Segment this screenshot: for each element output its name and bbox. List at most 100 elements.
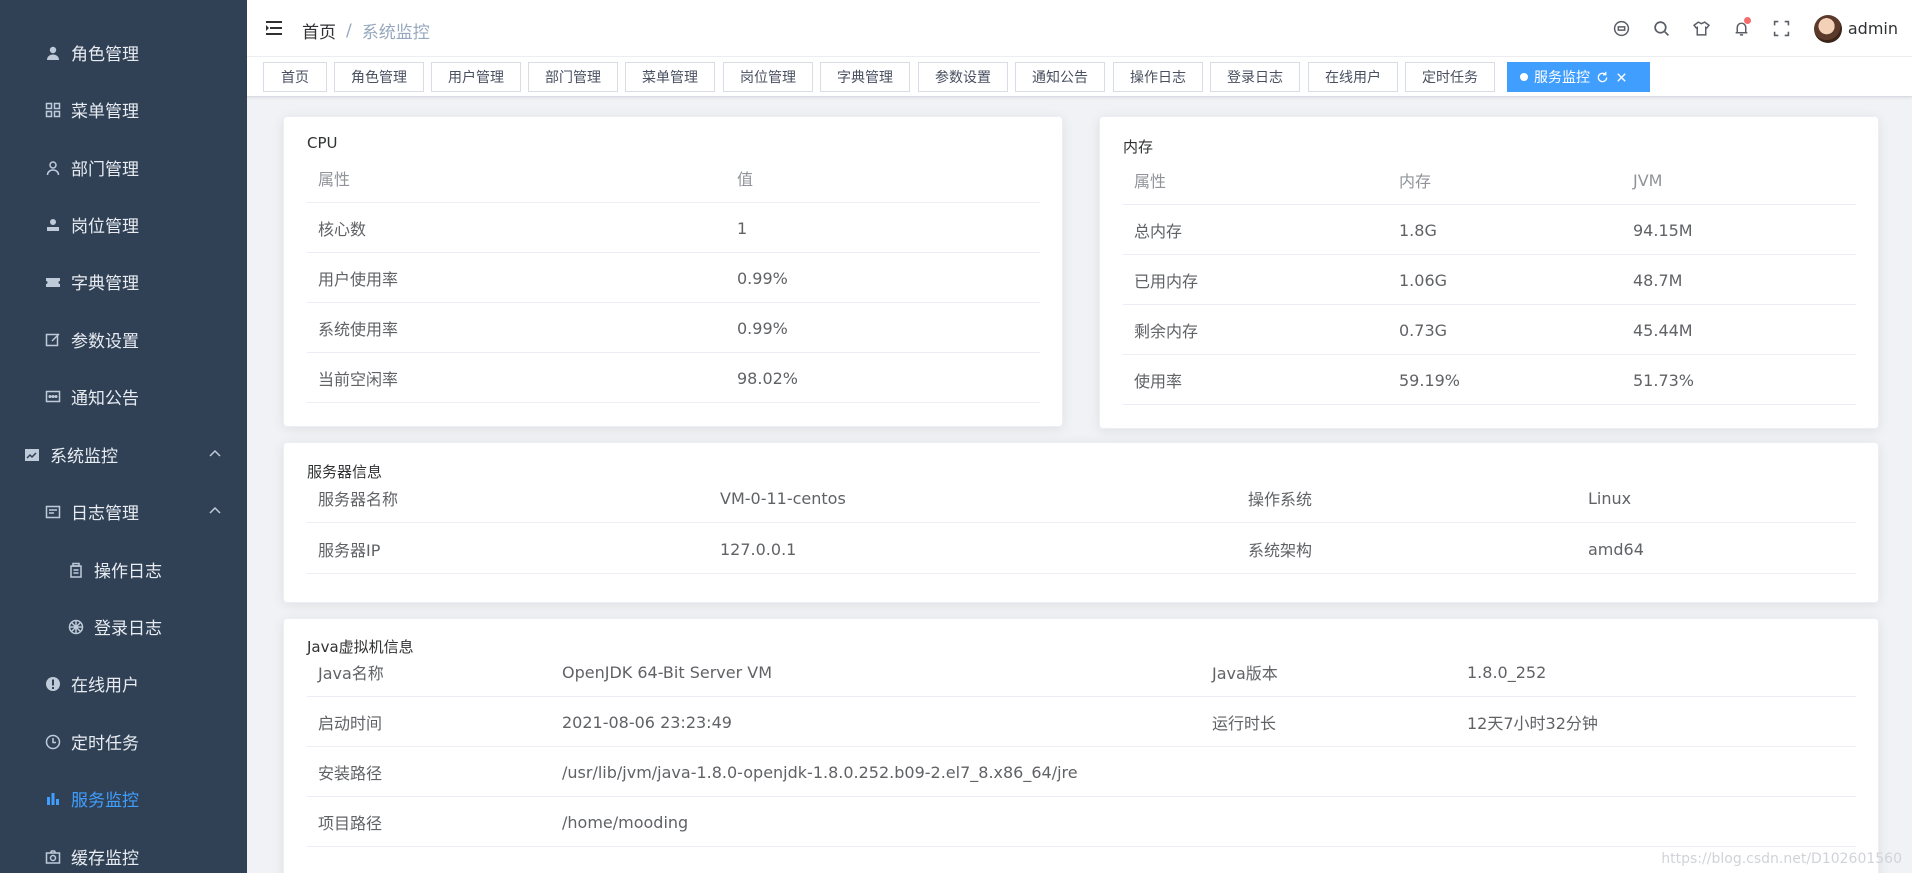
tag-online[interactable]: 在线用户 xyxy=(1308,62,1398,92)
github-icon[interactable] xyxy=(1602,0,1642,57)
table-header: 属性 内存 JVM xyxy=(1123,155,1856,205)
active-dot xyxy=(1520,73,1528,81)
message-icon xyxy=(45,389,61,405)
jvm-info-card: Java虚拟机信息 Java名称 OpenJDK 64-Bit Server V… xyxy=(283,618,1879,873)
edit-icon xyxy=(45,332,61,348)
grid-icon xyxy=(45,102,61,118)
hamburger-icon[interactable] xyxy=(265,19,283,37)
chevron-up-icon xyxy=(207,503,223,519)
tag-home[interactable]: 首页 xyxy=(263,62,327,92)
breadcrumb-current: 系统监控 xyxy=(361,23,430,43)
sidebar-item-logininfor[interactable]: 登录日志 xyxy=(0,598,247,655)
cpu-card-title: CPU xyxy=(307,134,338,152)
table-cell: 使用率 xyxy=(1134,372,1183,391)
theme-icon[interactable] xyxy=(1682,0,1722,57)
table-row: 服务器IP 127.0.0.1 系统架构 amd64 xyxy=(307,524,1856,574)
sidebar-item-post[interactable]: 岗位管理 xyxy=(0,196,247,253)
table-row: 核心数 1 xyxy=(307,203,1040,253)
tag-user[interactable]: 用户管理 xyxy=(431,62,521,92)
ticket-icon xyxy=(45,274,61,290)
table-cell: 剩余内存 xyxy=(1134,322,1199,341)
memory-card-title: 内存 xyxy=(1123,138,1154,156)
sidebar-item-operlog[interactable]: 操作日志 xyxy=(0,541,247,598)
sidebar-item-monitor[interactable]: 系统监控 xyxy=(0,426,247,483)
sidebar-item-log[interactable]: 日志管理 xyxy=(0,483,247,540)
sidebar-item-cache[interactable]: 缓存监控 xyxy=(0,828,247,873)
table-cell: 运行时长 xyxy=(1212,714,1277,733)
sidebar-item-label: 参数设置 xyxy=(71,332,139,352)
table-cell: Java版本 xyxy=(1212,664,1278,683)
sidebar-item-label: 操作日志 xyxy=(94,562,162,582)
avatar[interactable] xyxy=(1813,14,1842,43)
tag-dept[interactable]: 部门管理 xyxy=(528,62,618,92)
server-info-card: 服务器信息 服务器名称 VM-0-11-centos 操作系统 Linux 服务… xyxy=(283,442,1879,603)
table-row: 服务器名称 VM-0-11-centos 操作系统 Linux xyxy=(307,473,1856,523)
table-cell: 系统架构 xyxy=(1248,541,1313,560)
sidebar-item-menu[interactable]: 菜单管理 xyxy=(0,81,247,138)
sidebar-item-server[interactable]: 服务监控 xyxy=(0,770,247,827)
table-cell: 0.99% xyxy=(737,318,788,338)
bell-icon[interactable] xyxy=(1722,0,1762,57)
fullscreen-icon[interactable] xyxy=(1762,0,1802,57)
sidebar-item-dept[interactable]: 部门管理 xyxy=(0,139,247,196)
table-row: 项目路径 /home/mooding xyxy=(307,797,1856,847)
tag-job[interactable]: 定时任务 xyxy=(1405,62,1495,92)
tag-role[interactable]: 角色管理 xyxy=(334,62,424,92)
user-name[interactable]: admin xyxy=(1848,19,1898,38)
table-row: 总内存 1.8G 94.15M xyxy=(1123,205,1856,255)
table-cell: 启动时间 xyxy=(318,714,383,733)
tag-notice[interactable]: 通知公告 xyxy=(1015,62,1105,92)
table-cell: OpenJDK 64-Bit Server VM xyxy=(562,662,772,682)
table-cell: 服务器名称 xyxy=(318,490,399,509)
sidebar-item-notice[interactable]: 通知公告 xyxy=(0,368,247,425)
table-cell: 45.44M xyxy=(1633,320,1693,340)
table-cell: 1.06G xyxy=(1399,270,1448,290)
memory-card: 内存 属性 内存 JVM 总内存 1.8G 94.15M 已用内存 1.06G … xyxy=(1099,116,1879,429)
tag-post[interactable]: 岗位管理 xyxy=(723,62,813,92)
table-row: 启动时间 2021-08-06 23:23:49 运行时长 12天7小时32分钟 xyxy=(307,697,1856,747)
tag-server-active[interactable]: 服务监控 xyxy=(1507,62,1650,92)
table-row: 系统使用率 0.99% xyxy=(307,303,1040,353)
log-icon xyxy=(45,504,61,520)
sidebar-item-dict[interactable]: 字典管理 xyxy=(0,253,247,310)
person-outline-icon xyxy=(45,160,61,176)
online-icon xyxy=(45,676,61,692)
chevron-up-icon xyxy=(207,446,223,462)
tag-menu[interactable]: 菜单管理 xyxy=(625,62,715,92)
table-cell: 94.15M xyxy=(1633,220,1693,240)
user-icon xyxy=(45,45,61,61)
cpu-card: CPU 属性 值 核心数 1 用户使用率 0.99% 系统使用率 0.99% 当… xyxy=(283,116,1063,427)
sidebar-item-label: 定时任务 xyxy=(71,734,139,754)
table-row: Java名称 OpenJDK 64-Bit Server VM Java版本 1… xyxy=(307,647,1856,697)
tag-operlog[interactable]: 操作日志 xyxy=(1113,62,1203,92)
table-cell: 1.8.0_252 xyxy=(1467,662,1547,682)
table-cell: 总内存 xyxy=(1134,222,1183,241)
refresh-icon[interactable] xyxy=(1596,71,1609,84)
search-icon[interactable] xyxy=(1642,0,1682,57)
sidebar-item-role[interactable]: 角色管理 xyxy=(0,24,247,81)
breadcrumb-home[interactable]: 首页 xyxy=(302,18,336,43)
tag-logininfor[interactable]: 登录日志 xyxy=(1210,62,1300,92)
sidebar-item-config[interactable]: 参数设置 xyxy=(0,311,247,368)
close-icon[interactable] xyxy=(1615,71,1628,84)
sidebar-item-job[interactable]: 定时任务 xyxy=(0,713,247,770)
table-cell: 51.73% xyxy=(1633,370,1695,390)
table-row: 安装路径 /usr/lib/jvm/java-1.8.0-openjdk-1.8… xyxy=(307,747,1856,797)
tag-dict[interactable]: 字典管理 xyxy=(820,62,910,92)
table-cell: 服务器IP xyxy=(318,541,381,560)
sidebar: 角色管理 菜单管理 部门管理 岗位管理 字典管理 参数设置 通知公告 系统监控 … xyxy=(0,0,247,873)
header-cell: 值 xyxy=(737,170,754,189)
table-cell: 59.19% xyxy=(1399,370,1461,390)
table-cell: 当前空闲率 xyxy=(318,370,399,389)
sidebar-item-label: 日志管理 xyxy=(71,504,139,524)
header-cell: 属性 xyxy=(318,170,351,189)
table-cell: 1 xyxy=(737,218,748,238)
table-cell: 98.02% xyxy=(737,368,799,388)
table-row: 用户使用率 0.99% xyxy=(307,253,1040,303)
camera-icon xyxy=(45,849,61,865)
table-cell: /home/mooding xyxy=(562,812,689,832)
sidebar-item-online[interactable]: 在线用户 xyxy=(0,655,247,712)
chart-icon xyxy=(45,791,61,807)
tag-config[interactable]: 参数设置 xyxy=(918,62,1008,92)
table-cell: 已用内存 xyxy=(1134,272,1199,291)
